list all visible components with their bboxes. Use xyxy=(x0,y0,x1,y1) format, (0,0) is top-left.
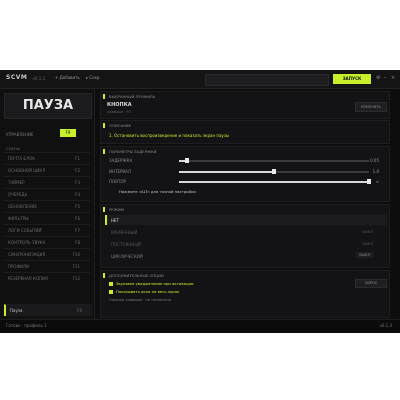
play-button[interactable]: ЗАПУСК xyxy=(333,74,371,84)
interval-slider[interactable] xyxy=(179,169,369,174)
profile-sub: клавиша · F9 xyxy=(107,110,131,114)
mode-option[interactable]: ЦИКЛИЧЕСКИЙ ВЫКЛ xyxy=(105,251,385,261)
option-label: Показывать окно на весь экран xyxy=(116,289,180,294)
list-item[interactable]: ПОЧТА БЛОК F1 xyxy=(4,152,90,164)
slider-value: ∞ xyxy=(375,179,379,184)
list-item[interactable]: ОСНОВНОЙ ЦИКЛ F2 xyxy=(4,164,90,176)
pause-title: ПАУЗА xyxy=(22,98,74,113)
list-item[interactable]: КОНТРОЛЬ ЗВУКА F8 xyxy=(4,236,90,248)
search-input[interactable] xyxy=(205,74,329,86)
panel-title: ПАРАМЕТРЫ ЗАДЕРЖКИ xyxy=(103,149,157,154)
description-text: 1. Остановить воспроизведение и показать… xyxy=(109,133,230,138)
pause-panel: ПАУЗА xyxy=(4,93,92,119)
left-sidebar: ПАУЗА УПРАВЛЕНИЕ F9 СЦЕНЫ ПОЧТА БЛОК F1 О… xyxy=(0,89,95,319)
app-logo: SCVM xyxy=(6,74,28,81)
options-panel: ДОПОЛНИТЕЛЬНЫЕ ОПЦИИ СБРОС Звуковое увед… xyxy=(100,270,390,318)
description-panel: ОПИСАНИЕ 1. Остановить воспроизведение и… xyxy=(100,120,390,144)
slider-value: 0.05 xyxy=(370,158,379,163)
save-button[interactable]: ▸ Сохр. xyxy=(86,75,101,80)
list-item[interactable]: ПРОФИЛИ F11 xyxy=(4,260,90,272)
option-note: Горячая клавиша · не назначена xyxy=(109,298,172,302)
list-item[interactable]: ЛОГИ СОБЫТИЙ F7 xyxy=(4,224,90,236)
mode-option[interactable]: ПОСТОЯННЫЙ ВЫКЛ xyxy=(105,239,385,249)
list-item[interactable]: РЕЗЕРВНАЯ КОПИЯ F12 xyxy=(4,272,90,284)
profile-name: КНОПКА xyxy=(107,102,132,108)
slider-label: ИНТЕРВАЛ xyxy=(109,169,131,174)
option-label: Звуковое уведомление при активации xyxy=(116,281,194,286)
delay-panel: ПАРАМЕТРЫ ЗАДЕРЖКИ ЗАДЕРЖКА 0.05 ИНТЕРВА… xyxy=(100,146,390,202)
top-bar: SCVM · v0.1.3 + Добавить ▸ Сохр. ЗАПУСК … xyxy=(0,70,400,89)
checkbox-icon[interactable] xyxy=(109,282,113,286)
hint-text: Нажмите «ALT» для точной настройки xyxy=(119,189,196,194)
scenes-title: СЦЕНЫ xyxy=(6,146,21,151)
reset-button[interactable]: СБРОС xyxy=(355,279,387,288)
repeat-slider[interactable] xyxy=(179,179,371,184)
slider-knob[interactable] xyxy=(272,169,276,174)
list-item[interactable]: ТАЙМЕР F3 xyxy=(4,176,90,188)
add-button[interactable]: + Добавить xyxy=(55,75,80,80)
panel-title: ВЫБРАННЫЙ ПРОФИЛЬ xyxy=(103,94,155,99)
app-version: · v0.1.3 xyxy=(30,76,46,81)
list-item[interactable]: ОЧЕРЕДЬ F4 xyxy=(4,188,90,200)
checkbox-icon[interactable] xyxy=(109,290,113,294)
main-content: ВЫБРАННЫЙ ПРОФИЛЬ КНОПКА клавиша · F9 ИЗ… xyxy=(96,89,392,319)
control-label: УПРАВЛЕНИЕ xyxy=(6,132,34,137)
slider-label: ПОВТОР xyxy=(109,179,126,184)
close-icon[interactable]: × xyxy=(391,75,395,81)
mode-option-selected[interactable]: НЕТ xyxy=(105,215,387,225)
list-item-active[interactable]: Пауза F9 xyxy=(4,304,92,316)
slider-label: ЗАДЕРЖКА xyxy=(109,158,133,163)
profile-panel: ВЫБРАННЫЙ ПРОФИЛЬ КНОПКА клавиша · F9 ИЗ… xyxy=(100,91,390,119)
mode-option[interactable]: ВРЕМЕННЫЙ ВЫКЛ xyxy=(105,227,385,237)
gear-icon[interactable]: ⚙ xyxy=(376,75,380,81)
slider-value: 1.0 xyxy=(372,169,379,174)
list-item[interactable]: ФИЛЬТРЫ F6 xyxy=(4,212,90,224)
panel-title: РЕЖИМ xyxy=(103,207,124,212)
minimize-icon[interactable]: – xyxy=(384,75,387,81)
status-text: Готово · профиль 1 xyxy=(6,323,47,328)
slider-knob[interactable] xyxy=(184,158,189,163)
slider-knob[interactable] xyxy=(367,179,371,184)
status-bar: Готово · профиль 1 v0.1.3 xyxy=(0,319,400,333)
status-version: v0.1.3 xyxy=(379,323,392,328)
panel-title: ОПИСАНИЕ xyxy=(103,123,131,128)
list-item[interactable]: СИНХРОНИЗАЦИЯ F10 xyxy=(4,248,90,260)
panel-title: ДОПОЛНИТЕЛЬНЫЕ ОПЦИИ xyxy=(103,273,164,278)
list-item[interactable]: ОБНОВЛЕНИЕ F5 xyxy=(4,200,90,212)
edit-button[interactable]: ИЗМЕНИТЬ xyxy=(355,102,387,112)
delay-slider[interactable] xyxy=(179,158,369,163)
hotkey-button[interactable]: F9 xyxy=(60,129,76,137)
app-window: SCVM · v0.1.3 + Добавить ▸ Сохр. ЗАПУСК … xyxy=(0,70,400,333)
mode-panel: РЕЖИМ НЕТ ВРЕМЕННЫЙ ВЫКЛ ПОСТОЯННЫЙ ВЫКЛ… xyxy=(100,204,390,268)
